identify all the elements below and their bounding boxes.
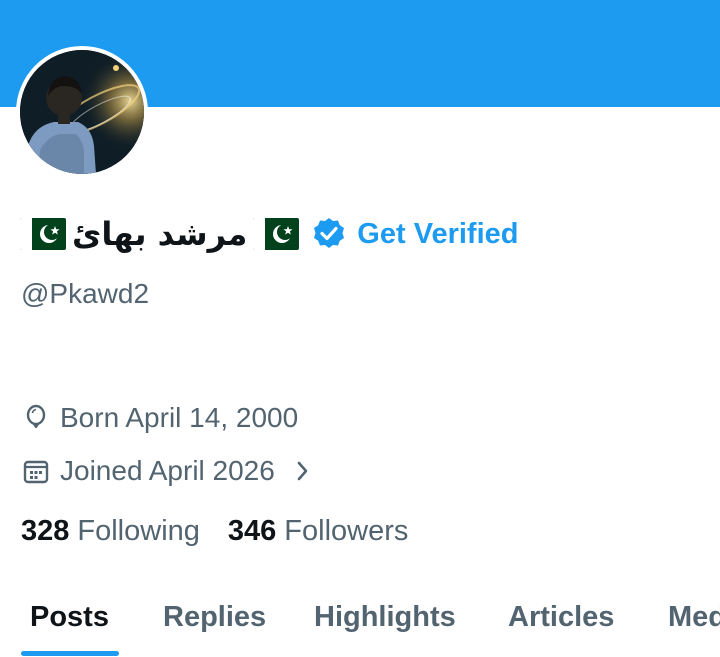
tab-highlights[interactable]: Highlights: [314, 601, 456, 634]
pakistan-flag-icon: [253, 218, 300, 250]
following-count: 328: [21, 515, 70, 547]
following-label: Following: [77, 515, 200, 547]
joined-row[interactable]: Joined April 2026: [22, 455, 317, 487]
calendar-icon: [22, 457, 50, 485]
following-link[interactable]: 328 Following: [21, 515, 200, 548]
birthday-text: Born April 14, 2000: [60, 402, 299, 433]
profile-handle: @Pkawd2: [21, 278, 150, 309]
get-verified-link[interactable]: Get Verified: [357, 218, 518, 251]
pakistan-flag-icon: [20, 218, 66, 250]
joined-text: Joined April 2026: [60, 455, 275, 486]
followers-count: 346: [227, 515, 277, 547]
birthday-row: Born April 14, 2000: [22, 402, 298, 434]
tab-media[interactable]: Media: [668, 601, 720, 634]
balloon-icon: [22, 404, 50, 432]
display-name: مرشد بھائ: [72, 215, 248, 253]
verified-badge-icon[interactable]: [311, 216, 347, 252]
active-tab-indicator: [21, 651, 119, 656]
tab-replies[interactable]: Replies: [163, 601, 266, 634]
followers-link[interactable]: 346 Followers: [228, 515, 408, 548]
tab-posts[interactable]: Posts: [30, 601, 109, 634]
followers-label: Followers: [284, 515, 409, 547]
avatar[interactable]: [16, 46, 148, 178]
profile-name-row: مرشد بھائ Get Verified: [20, 210, 518, 258]
chevron-right-icon[interactable]: [289, 457, 317, 485]
profile-tabs: Posts Replies Highlights Articles Media: [0, 595, 720, 657]
follow-stats: 328 Following 346 Followers: [21, 515, 436, 548]
avatar-photo: [20, 50, 144, 174]
avatar-image: [20, 50, 144, 174]
tab-articles[interactable]: Articles: [508, 601, 614, 634]
